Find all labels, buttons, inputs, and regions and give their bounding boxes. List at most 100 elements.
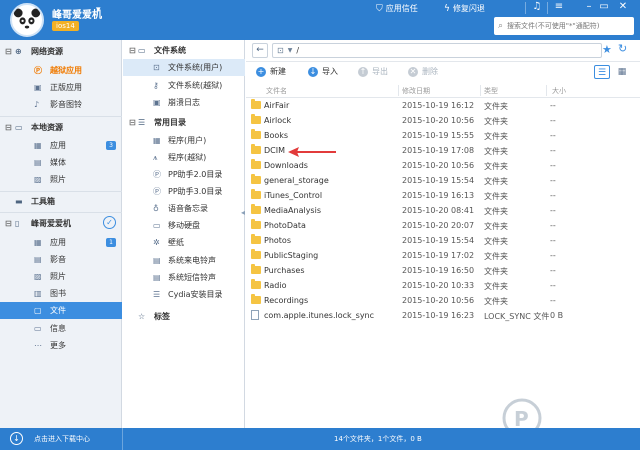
device-avatar[interactable] xyxy=(10,3,44,37)
tree-group-common[interactable]: ⊟ ☰ 常用目录 xyxy=(123,114,245,131)
app-trust-button[interactable]: ⛉ 应用信任 xyxy=(376,3,418,14)
delete-button[interactable]: ✕ 删除 xyxy=(408,66,438,77)
tree-item-fs-jailbreak[interactable]: ⚷ 文件系统(越狱) xyxy=(123,77,245,94)
table-row[interactable]: Airlock 2015-10-20 10:56 文件夹 -- xyxy=(246,113,640,128)
tree-item-call-ringtones[interactable]: ▤ 系统来电铃声 xyxy=(123,252,245,269)
tree-item-pp3-dir[interactable]: Ⓟ PP助手3.0目录 xyxy=(123,183,245,200)
device-name[interactable]: 峰哥爱爱机 xyxy=(52,6,102,21)
folder-icon xyxy=(251,129,261,139)
table-row[interactable]: AirFair 2015-10-19 16:12 文件夹 -- xyxy=(246,98,640,113)
table-row[interactable]: general_storage 2015-10-19 15:54 文件夹 -- xyxy=(246,173,640,188)
action-bar: + 新建 ↓ 导入 ↑ 导出 ✕ 删除 ☰ ▦ xyxy=(246,62,640,83)
table-row[interactable]: com.apple.itunes.lock_sync 2015-10-19 16… xyxy=(246,308,640,323)
sidebar-group-toolbox[interactable]: ▬ 工具箱 xyxy=(0,192,122,210)
column-date[interactable]: 修改日期 xyxy=(402,86,430,96)
tree-group-tags[interactable]: ☆ 标签 xyxy=(123,308,245,325)
book-icon: ▥ xyxy=(34,289,42,298)
music-icon[interactable]: ♫ xyxy=(530,1,544,12)
search-box[interactable]: ⌕ xyxy=(494,17,634,35)
sidebar-item-device-apps[interactable]: ▦ 应用 1 xyxy=(0,234,122,251)
folder-icon xyxy=(251,174,261,184)
folder-icon xyxy=(251,159,261,169)
maximize-icon[interactable]: ▭ xyxy=(597,1,611,12)
file-icon xyxy=(251,310,261,320)
apps-icon: ▦ xyxy=(153,136,161,145)
tree-item-pp2-dir[interactable]: Ⓟ PP助手2.0目录 xyxy=(123,166,245,183)
scrollbar[interactable] xyxy=(632,98,640,428)
column-size[interactable]: 大小 xyxy=(552,86,566,96)
download-center-link[interactable]: 点击进入下载中心 xyxy=(34,434,90,444)
tree-item-apps-jailbreak[interactable]: ⩚ 程序(越狱) xyxy=(123,149,245,166)
sidebar-item-jailbreak-apps[interactable]: Ⓟ 越狱应用 xyxy=(0,62,122,79)
sidebar-item-local-photos[interactable]: ▨ 照片 xyxy=(0,171,122,188)
table-row[interactable]: Downloads 2015-10-20 10:56 文件夹 -- xyxy=(246,158,640,173)
wallpaper-icon: ✲ xyxy=(153,238,160,247)
download-icon[interactable]: ↓ xyxy=(10,432,23,445)
tree-group-filesystem[interactable]: ⊟ ▭ 文件系统 xyxy=(123,42,245,59)
import-button[interactable]: ↓ 导入 xyxy=(308,66,338,77)
table-row[interactable]: Photos 2015-10-19 15:54 文件夹 -- xyxy=(246,233,640,248)
sidebar-item-device-files[interactable]: ▢ 文件 xyxy=(0,302,122,319)
export-button[interactable]: ↑ 导出 xyxy=(358,66,388,77)
media-icon: ▤ xyxy=(34,255,42,264)
folder-icon xyxy=(251,294,261,304)
pp-logo-icon: Ⓟ xyxy=(153,187,161,196)
tree-item-sms-ringtones[interactable]: ▤ 系统短信铃声 xyxy=(123,269,245,286)
device-dropdown-icon[interactable]: ▾ xyxy=(96,5,101,15)
tree-item-mobile-disk[interactable]: ▭ 移动硬盘 xyxy=(123,217,245,234)
favorite-star-icon[interactable]: ★ xyxy=(602,43,612,56)
file-summary: 14个文件夹，1个文件，0 B xyxy=(334,435,422,443)
sidebar-item-device-more[interactable]: ⋯ 更多 xyxy=(0,337,122,354)
new-button[interactable]: + 新建 xyxy=(256,66,286,77)
sidebar-item-device-media[interactable]: ▤ 影音 xyxy=(0,251,122,268)
sidebar-item-device-photos[interactable]: ▨ 照片 xyxy=(0,268,122,285)
tree-item-voice-memos[interactable]: ♁ 语音备忘录 xyxy=(123,200,245,217)
sidebar-item-local-apps[interactable]: ▦ 应用 3 xyxy=(0,137,122,154)
toolbox-icon: ▬ xyxy=(15,196,23,206)
fix-crash-button[interactable]: ϟ 修复闪退 xyxy=(444,3,485,14)
close-icon[interactable]: ✕ xyxy=(616,1,630,12)
sidebar-group-local[interactable]: ⊟ ▭ 本地资源 xyxy=(0,118,122,136)
tree-item-apps-user[interactable]: ▦ 程序(用户) xyxy=(123,132,245,149)
table-row[interactable]: PublicStaging 2015-10-19 17:02 文件夹 -- xyxy=(246,248,640,263)
sidebar-item-local-media[interactable]: ▤ 媒体 xyxy=(0,154,122,171)
sidebar-item-device-messages[interactable]: ▭ 信息 xyxy=(0,320,122,337)
sidebar-group-device[interactable]: ⊟ ▯ 峰哥爱爱机 ✓ xyxy=(0,214,122,232)
sidebar-item-device-books[interactable]: ▥ 图书 xyxy=(0,285,122,302)
sidebar-item-media-ringtones[interactable]: ♪ 影音图铃 xyxy=(0,96,122,113)
tree-item-crash-logs[interactable]: ▣ 崩溃日志 xyxy=(123,94,245,111)
tree-item-wallpaper[interactable]: ✲ 壁纸 xyxy=(123,234,245,251)
toolbar-divider xyxy=(547,2,548,14)
toolbar-divider xyxy=(525,2,526,14)
column-type[interactable]: 类型 xyxy=(484,86,498,96)
path-field[interactable]: ⊡ ▼ / xyxy=(272,43,602,58)
column-name[interactable]: 文件名 xyxy=(266,86,287,96)
table-row[interactable]: Books 2015-10-19 15:55 文件夹 -- xyxy=(246,128,640,143)
table-row[interactable]: iTunes_Control 2015-10-19 16:13 文件夹 -- xyxy=(246,188,640,203)
folder-icon xyxy=(251,99,261,109)
minimize-icon[interactable]: – xyxy=(582,1,596,12)
table-row[interactable]: Radio 2015-10-20 10:33 文件夹 -- xyxy=(246,278,640,293)
collapse-icon: ⊟ xyxy=(5,122,12,132)
column-divider xyxy=(480,85,481,96)
tree-item-cydia-dir[interactable]: ☰ Cydia安装目录 xyxy=(123,286,245,303)
grid-view-icon[interactable]: ▦ xyxy=(614,65,630,79)
tree-item-fs-user[interactable]: ⊡ 文件系统(用户) xyxy=(123,59,245,76)
table-row[interactable]: Purchases 2015-10-19 16:50 文件夹 -- xyxy=(246,263,640,278)
table-row[interactable]: Recordings 2015-10-20 10:56 文件夹 -- xyxy=(246,293,640,308)
sidebar-item-genuine-apps[interactable]: ▣ 正版应用 xyxy=(0,79,122,96)
back-button[interactable]: ← xyxy=(252,43,268,58)
sidebar-divider xyxy=(0,212,122,213)
folder-icon xyxy=(251,219,261,229)
search-input[interactable] xyxy=(507,22,624,30)
folder-icon xyxy=(251,114,261,124)
list-view-icon[interactable]: ☰ xyxy=(594,65,610,79)
refresh-icon[interactable]: ↻ xyxy=(618,42,627,55)
table-row[interactable]: PhotoData 2015-10-20 20:07 文件夹 -- xyxy=(246,218,640,233)
menu-icon[interactable]: ≡ xyxy=(552,1,566,12)
table-row[interactable]: MediaAnalysis 2015-10-20 08:41 文件夹 -- xyxy=(246,203,640,218)
chevron-down-icon[interactable]: ▼ xyxy=(288,47,293,54)
collapse-panel-icon[interactable]: ◂ xyxy=(241,208,245,217)
apps-icon: ▦ xyxy=(34,238,42,247)
sidebar-group-network[interactable]: ⊟ ⊕ 网络资源 xyxy=(0,42,122,60)
